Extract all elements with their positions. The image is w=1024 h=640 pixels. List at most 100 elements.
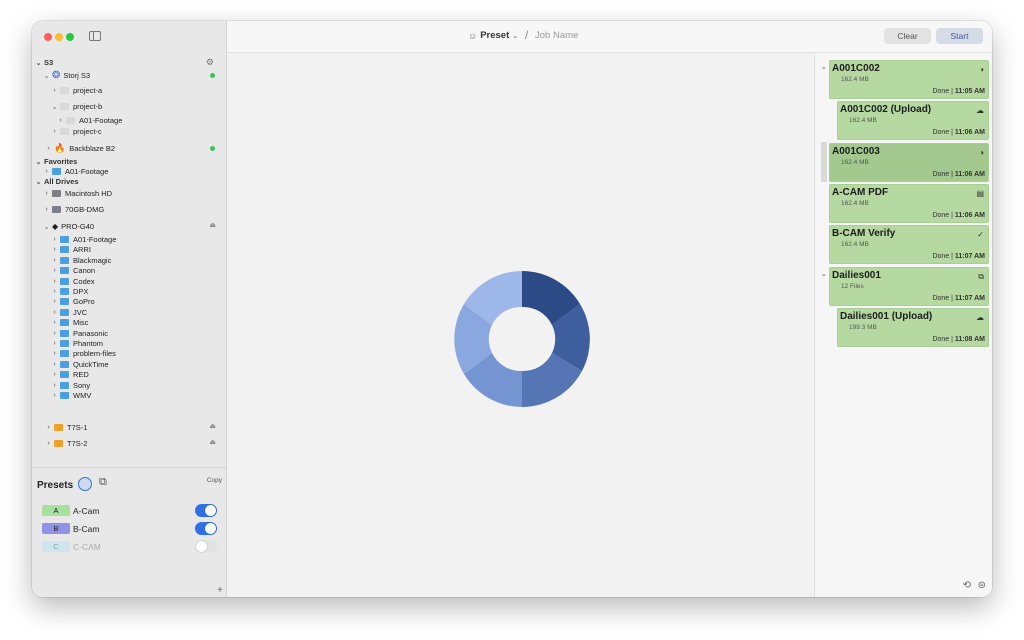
- sidebar-item-project-a[interactable]: › project-a: [51, 85, 102, 96]
- folder-icon: [66, 117, 75, 124]
- chevron-right-icon: ›: [59, 117, 62, 124]
- preset-selector[interactable]: ☺ Preset ⌄: [468, 30, 518, 41]
- transcode-icon[interactable]: ⧉: [99, 476, 107, 489]
- disk-image-icon: [52, 206, 61, 213]
- sidebar-item-folder[interactable]: › Codex: [51, 276, 94, 287]
- close-button[interactable]: [44, 33, 52, 41]
- zoom-button[interactable]: [66, 33, 74, 41]
- job-name-field[interactable]: Job Name: [535, 30, 578, 41]
- folder-icon: [60, 329, 69, 337]
- sidebar-item-folder[interactable]: › QuickTime: [51, 359, 108, 370]
- sidebar-item-folder[interactable]: › DPX: [51, 286, 88, 297]
- job-card[interactable]: A001C002 162.4 MB ◑ Done | 11:05 AM: [829, 60, 989, 99]
- sidebar-item-folder[interactable]: › Panasonic: [51, 328, 108, 339]
- job-card[interactable]: A-CAM PDF 162.4 MB ▤ Done | 11:06 AM: [829, 184, 989, 223]
- chevron-down-icon: ⌄: [43, 72, 50, 80]
- transcode-icon: ⧉: [978, 272, 984, 281]
- preset-label: B-Cam: [73, 524, 100, 534]
- job-title: A001C002 (Upload): [840, 104, 932, 115]
- chevron-down-icon: ⌄: [51, 103, 58, 111]
- sidebar-item-pro-g40[interactable]: ⌄ ◆ PRO-G40: [43, 221, 95, 232]
- folder-icon: [60, 340, 69, 347]
- section-s3[interactable]: ⌄ S3: [35, 57, 54, 68]
- job-card[interactable]: Dailies001 12 Files ⧉ Done | 11:07 AM: [829, 267, 989, 306]
- storj-logo-icon: ❂: [52, 70, 61, 81]
- chevron-down-icon: ⌄: [512, 32, 519, 40]
- eject-icon[interactable]: ⏏: [209, 221, 216, 229]
- preset-enabled-toggle[interactable]: [195, 522, 217, 535]
- chevron-right-icon: ›: [53, 329, 56, 337]
- chevron-right-icon: ›: [53, 319, 56, 327]
- clear-button[interactable]: Clear: [884, 28, 931, 44]
- minimize-button[interactable]: [55, 33, 63, 41]
- app-window: ⌄ S3 ⚙ ⌄ ❂ Storj S3 › project-a ⌄ projec…: [32, 21, 992, 597]
- toggle-knob: [196, 541, 207, 552]
- sidebar-item-folder[interactable]: › ARRI: [51, 244, 91, 255]
- sidebar-item-folder[interactable]: › Misc: [51, 317, 88, 328]
- sidebar-item-folder[interactable]: › JVC: [51, 307, 87, 318]
- job-card[interactable]: A001C002 (Upload) 162.4 MB ☁ Done | 11:06 A…: [837, 101, 989, 140]
- sidebar-item-project-c[interactable]: › project-c: [51, 126, 101, 137]
- chevron-right-icon: ›: [53, 256, 56, 264]
- job-status: Done | 11:08 AM: [932, 336, 985, 343]
- sidebar-item-folder[interactable]: › RED: [51, 369, 89, 380]
- sidebar-toggle-icon[interactable]: [89, 31, 101, 41]
- job-title: A001C002: [832, 63, 880, 74]
- chevron-right-icon: ›: [53, 288, 56, 295]
- bucket-icon: [60, 103, 69, 110]
- cloud-upload-icon: ☁: [976, 313, 984, 322]
- folder-icon: [60, 246, 69, 254]
- eject-icon[interactable]: ⏏: [209, 422, 216, 430]
- job-size: 162.4 MB: [841, 76, 869, 83]
- sidebar-item-backblaze[interactable]: › 🔥 Backblaze B2: [45, 143, 115, 154]
- history-icon[interactable]: ⟲: [963, 580, 971, 591]
- copy-button[interactable]: Copy: [207, 477, 222, 484]
- sidebar-item-a01-footage-remote[interactable]: › A01-Footage: [57, 115, 122, 126]
- sidebar-item-folder[interactable]: › Sony: [51, 380, 90, 391]
- chevron-right-icon: ›: [53, 267, 56, 275]
- gear-icon[interactable]: ⚙: [206, 57, 214, 68]
- folder-icon: [60, 298, 69, 306]
- document-icon: ▤: [976, 189, 984, 198]
- sidebar-item-folder[interactable]: › GoPro: [51, 296, 94, 307]
- preset-mode-icon[interactable]: [78, 477, 92, 491]
- section-all-drives[interactable]: ⌄ All Drives: [35, 176, 79, 187]
- preset-enabled-toggle[interactable]: [195, 504, 217, 517]
- drop-area[interactable]: [227, 53, 813, 597]
- job-card[interactable]: Dailies001 (Upload) 199.3 MB ☁ Done | 11:08…: [837, 308, 989, 347]
- chevron-right-icon: ›: [45, 168, 48, 175]
- start-button[interactable]: Start: [936, 28, 983, 44]
- filter-icon[interactable]: ⊜: [978, 580, 986, 591]
- sidebar-item-t7s-1[interactable]: › T7S-1: [45, 422, 87, 433]
- job-status: Done | 11:06 AM: [932, 129, 985, 136]
- sidebar-item-macintosh-hd[interactable]: › Macintosh HD: [43, 188, 112, 199]
- chevron-right-icon: ›: [53, 236, 56, 243]
- add-preset-button[interactable]: +: [217, 585, 223, 596]
- sidebar-item-70gb-dmg[interactable]: › 70GB-DMG: [43, 204, 104, 215]
- chevron-down-icon[interactable]: ⌄: [821, 270, 827, 278]
- chevron-right-icon: ›: [53, 298, 56, 306]
- sidebar-item-folder[interactable]: › problem-files: [51, 348, 116, 359]
- job-title: B-CAM Verify: [832, 228, 896, 239]
- sidebar-item-project-b[interactable]: ⌄ project-b: [51, 101, 103, 112]
- sidebar-item-folder[interactable]: › Canon: [51, 265, 95, 276]
- sidebar-item-storj[interactable]: ⌄ ❂ Storj S3: [43, 70, 91, 81]
- cloud-upload-icon: ☁: [976, 106, 984, 115]
- sidebar-item-folder[interactable]: › A01-Footage: [51, 234, 116, 245]
- check-circle-icon: ✓: [977, 230, 984, 239]
- sidebar-item-folder[interactable]: › WMV: [51, 390, 91, 401]
- job-card[interactable]: B-CAM Verify 162.4 MB ✓ Done | 11:07 AM: [829, 225, 989, 264]
- job-card[interactable]: A001C003 162.4 MB ◑ Done | 11:06 AM: [829, 143, 989, 182]
- sidebar-item-folder[interactable]: › Blackmagic: [51, 255, 111, 266]
- sidebar-item-t7s-2[interactable]: › T7S-2: [45, 438, 87, 449]
- selection-indicator: [821, 142, 827, 182]
- folder-icon: [60, 381, 69, 389]
- sidebar-item-folder[interactable]: › Phantom: [51, 338, 103, 349]
- chevron-right-icon: ›: [45, 206, 48, 213]
- eject-icon[interactable]: ⏏: [209, 438, 216, 446]
- job-title: Dailies001: [832, 270, 881, 281]
- chevron-down-icon[interactable]: ⌄: [821, 63, 827, 71]
- preset-enabled-toggle[interactable]: [195, 540, 217, 553]
- chevron-right-icon: ›: [53, 392, 56, 399]
- job-title: A001C003: [832, 146, 880, 157]
